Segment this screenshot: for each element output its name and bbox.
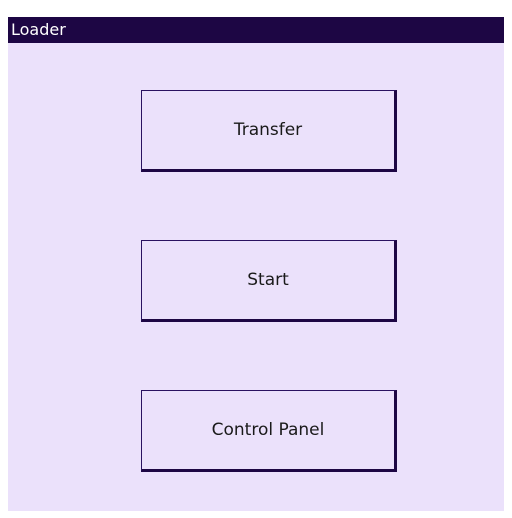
transfer-button-label: Transfer bbox=[233, 120, 303, 140]
control-panel-button-label: Control Panel bbox=[211, 420, 325, 440]
start-button-label: Start bbox=[247, 270, 289, 290]
control-panel-button[interactable]: Control Panel bbox=[141, 390, 397, 472]
loader-window: Loader Transfer Start Control Panel bbox=[8, 17, 504, 511]
window-title: Loader bbox=[11, 20, 66, 39]
transfer-button[interactable]: Transfer bbox=[141, 90, 397, 172]
start-button[interactable]: Start bbox=[141, 240, 397, 322]
window-title-bar: Loader bbox=[8, 17, 504, 43]
screen: Loader Transfer Start Control Panel bbox=[0, 0, 512, 518]
